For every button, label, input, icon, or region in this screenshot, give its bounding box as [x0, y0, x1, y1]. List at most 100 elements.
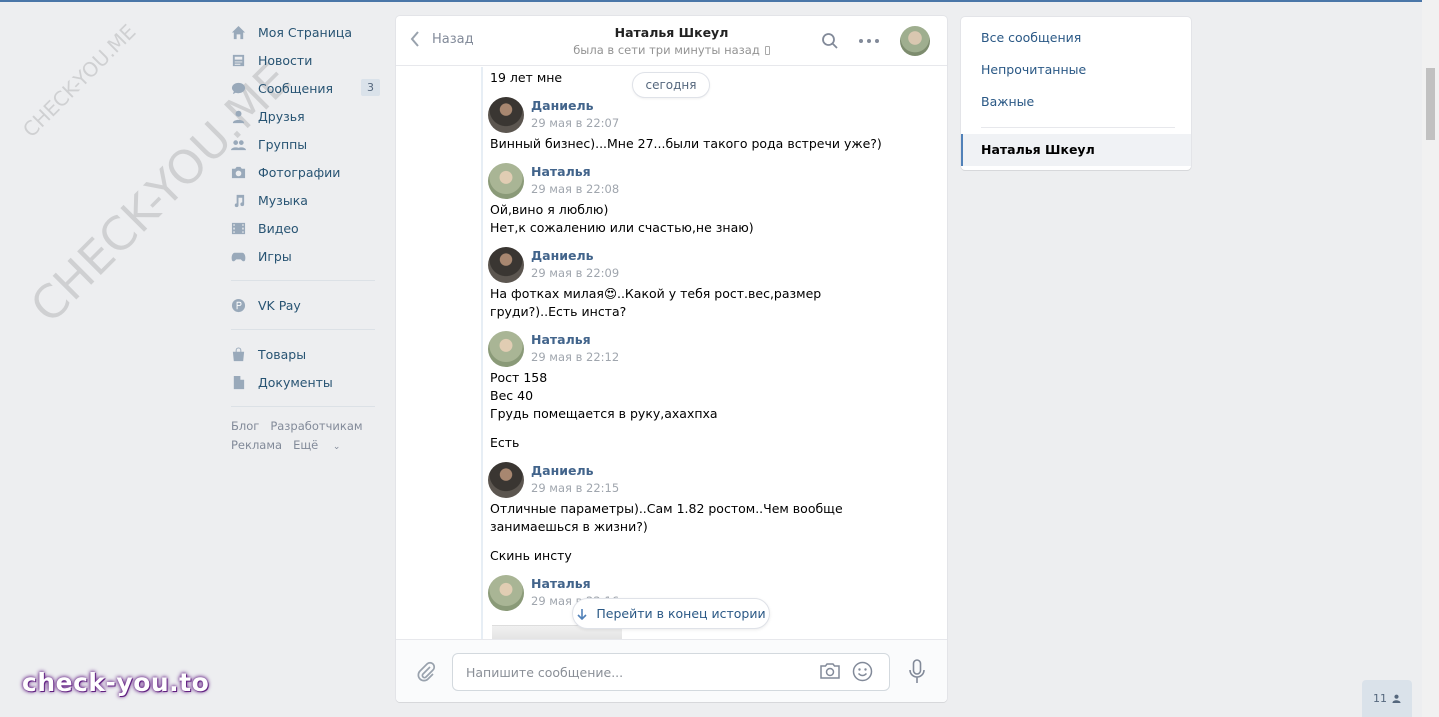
mobile-icon	[764, 46, 770, 55]
nav-documents[interactable]: Документы	[231, 368, 381, 396]
nav-friends[interactable]: Друзья	[231, 102, 381, 130]
nav-market[interactable]: Товары	[231, 340, 381, 368]
nav-label: Документы	[258, 374, 333, 390]
messages-icon	[231, 81, 246, 96]
author-avatar[interactable]	[488, 462, 524, 498]
author-avatar[interactable]	[488, 163, 524, 199]
jump-to-end-button[interactable]: Перейти в конец истории	[572, 598, 770, 629]
nav-news[interactable]: Новости	[231, 46, 381, 74]
nav-label: Товары	[258, 346, 307, 362]
groups-icon	[231, 137, 246, 152]
nav-groups[interactable]: Группы	[231, 130, 381, 158]
message[interactable]: Даниель 29 мая в 22:15 Отличные параметры)…	[488, 462, 930, 565]
footer-link-more[interactable]: Ещё ⌄	[293, 438, 351, 452]
nav-label: Музыка	[258, 192, 308, 208]
message-author[interactable]: Даниель	[531, 247, 930, 264]
nav-label: Игры	[258, 248, 292, 264]
nav-video[interactable]: Видео	[231, 214, 381, 242]
nav-games[interactable]: Игры	[231, 242, 381, 270]
message[interactable]: Наталья 29 мая в 22:08 Ой,вино я люблю) Нет…	[488, 163, 930, 237]
paperclip-icon[interactable]	[416, 661, 436, 683]
nav-divider	[231, 329, 375, 330]
message-date[interactable]: 29 мая в 22:08	[531, 180, 930, 198]
news-icon	[231, 53, 246, 68]
author-avatar[interactable]	[488, 575, 524, 611]
nav-label: Видео	[258, 220, 299, 236]
footer-more-label: Ещё	[293, 438, 319, 452]
author-avatar[interactable]	[488, 331, 524, 367]
back-button[interactable]: Назад	[410, 31, 474, 47]
message-author[interactable]: Даниель	[531, 462, 930, 479]
chat-header: Наталья Шкеул была в сети три минуты наз…	[396, 16, 947, 66]
message-author[interactable]: Даниель	[531, 97, 930, 114]
nav-vkpay[interactable]: VK Pay	[231, 291, 381, 319]
message-text: Отличные параметры)..Сам 1.82 ростом..Че…	[490, 501, 843, 516]
more-icon[interactable]	[859, 33, 879, 49]
brand-watermark: check-you.to	[22, 668, 210, 697]
message-date[interactable]: 29 мая в 22:07	[531, 114, 930, 132]
message-list: 19 лет мне Даниель 29 мая в 22:07 Винный б…	[488, 67, 930, 611]
peer-avatar[interactable]	[900, 26, 930, 56]
filter-divider	[981, 127, 1175, 128]
message-author[interactable]: Наталья	[531, 163, 930, 180]
message-text: Вес 40	[490, 388, 534, 403]
message-text: Скинь инсту	[490, 548, 572, 563]
chevron-down-icon: ⌄	[332, 442, 341, 452]
message-text: На фотках милая😍..Какой у тебя рост.вес,…	[490, 286, 822, 301]
filter-unread[interactable]: Непрочитанные	[961, 54, 1191, 86]
message[interactable]: Даниель 29 мая в 22:07 Винный бизнес)...Мн…	[488, 97, 930, 153]
message-history[interactable]: 19 лет мне Даниель 29 мая в 22:07 Винный б…	[396, 67, 947, 639]
market-icon	[231, 346, 246, 362]
active-conversation[interactable]: Наталья Шкеул	[961, 134, 1191, 166]
arrow-down-icon	[577, 608, 587, 620]
message-date[interactable]: 29 мая в 22:09	[531, 264, 930, 282]
peer-status-text: была в сети три минуты назад	[573, 43, 760, 57]
microphone-icon[interactable]	[908, 659, 926, 684]
footer-link-developers[interactable]: Разработчикам	[270, 419, 362, 433]
message-text: Рост 158	[490, 370, 548, 385]
friends-icon	[231, 109, 246, 124]
message[interactable]: Даниель 29 мая в 22:09 На фотках милая😍..К…	[488, 247, 930, 321]
home-icon	[231, 25, 246, 40]
nav-my-page[interactable]: Моя Страница	[231, 18, 381, 46]
footer-link-blog[interactable]: Блог	[231, 419, 259, 433]
message-text: Винный бизнес)...Мне 27...были такого ро…	[490, 136, 882, 151]
chevron-left-icon	[410, 31, 419, 47]
message-author[interactable]: Наталья	[531, 575, 930, 592]
nav-divider	[231, 406, 375, 407]
filter-important[interactable]: Важные	[961, 86, 1191, 118]
search-icon[interactable]	[821, 32, 839, 50]
page-scrollbar[interactable]	[1422, 0, 1439, 717]
nav-messages[interactable]: Сообщения 3	[231, 74, 381, 102]
watermark-small: CHECK-YOU.ME	[18, 19, 141, 142]
message-date[interactable]: 29 мая в 22:12	[531, 348, 930, 366]
composer	[396, 639, 947, 702]
nav-label: Моя Страница	[258, 24, 352, 40]
message-text: занимаешься в жизни?)	[490, 519, 648, 534]
message-text: Нет,к сожалению или счастью,не знаю)	[490, 220, 754, 235]
nav-label: Сообщения	[258, 80, 334, 96]
messages-count-badge: 3	[361, 79, 380, 96]
scrollbar-thumb[interactable]	[1426, 68, 1435, 140]
message-date[interactable]: 29 мая в 22:15	[531, 479, 930, 497]
nav-label: Группы	[258, 136, 308, 152]
author-avatar[interactable]	[488, 97, 524, 133]
filter-all-messages[interactable]: Все сообщения	[961, 22, 1191, 54]
nav-label: VK Pay	[258, 297, 301, 313]
messages-filter-panel: Все сообщения Непрочитанные Важные Натал…	[961, 17, 1191, 170]
message-author[interactable]: Наталья	[531, 331, 930, 348]
nav-label: Новости	[258, 52, 313, 68]
person-icon	[1392, 694, 1401, 703]
nav-label: Друзья	[258, 108, 305, 124]
selected-thread-bar	[481, 67, 483, 639]
footer-link-ads[interactable]: Реклама	[231, 438, 282, 452]
nav-photos[interactable]: Фотографии	[231, 158, 381, 186]
nav-label: Фотографии	[258, 164, 341, 180]
music-icon	[231, 193, 246, 208]
online-friends-counter[interactable]: 11	[1362, 680, 1412, 717]
camera-icon[interactable]	[819, 662, 841, 680]
nav-music[interactable]: Музыка	[231, 186, 381, 214]
author-avatar[interactable]	[488, 247, 524, 283]
emoji-icon[interactable]	[852, 661, 873, 682]
message[interactable]: Наталья 29 мая в 22:12 Рост 158 Вес 40 Грудь…	[488, 331, 930, 452]
